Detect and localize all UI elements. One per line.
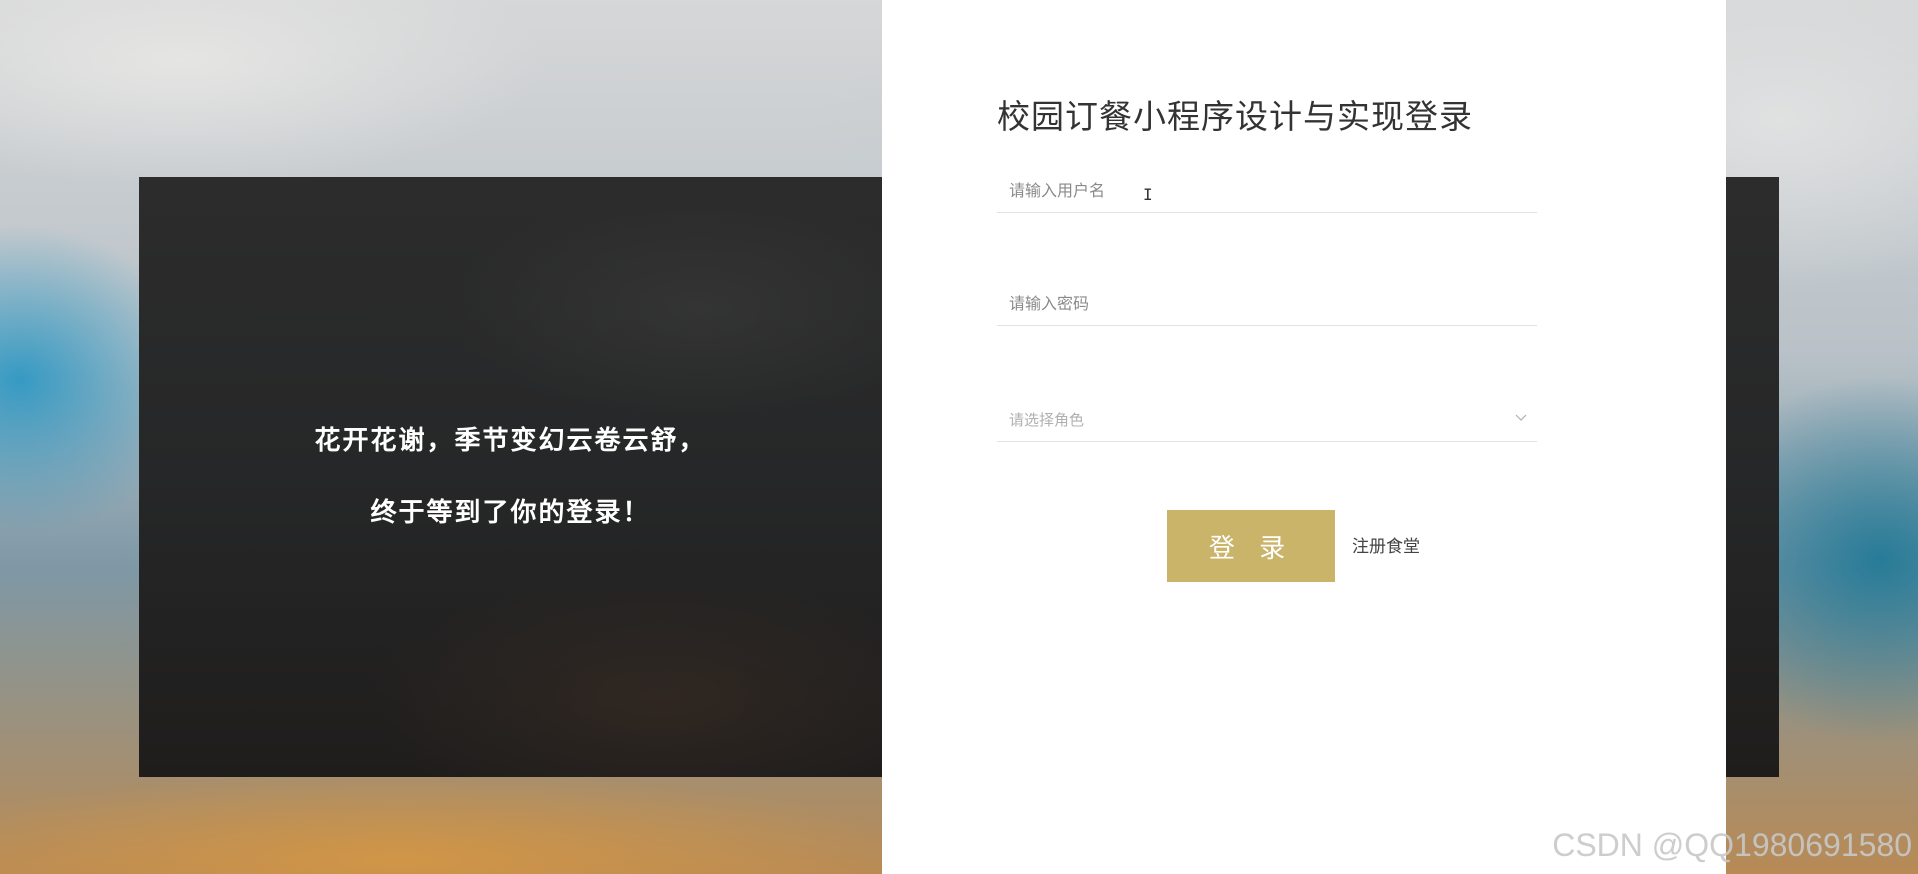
page-title: 校园订餐小程序设计与实现登录	[997, 97, 1473, 136]
role-select-placeholder: 请选择角色	[1009, 411, 1085, 429]
slogan-line-1: 花开花谢，季节变幻云卷云舒，	[314, 426, 707, 456]
text-cursor-icon: I	[1143, 185, 1153, 204]
register-canteen-link[interactable]: 注册食堂	[1352, 532, 1420, 557]
chevron-down-icon	[1515, 414, 1527, 421]
login-button[interactable]: 登 录	[1167, 510, 1335, 582]
password-input[interactable]	[997, 281, 1537, 325]
watermark: CSDN @QQ1980691580	[1552, 827, 1912, 863]
role-select[interactable]: 请选择角色	[997, 397, 1537, 442]
password-field[interactable]	[997, 281, 1537, 326]
login-page: 花开花谢，季节变幻云卷云舒， 终于等到了你的登录！ 校园订餐小程序设计与实现登录…	[0, 0, 1918, 874]
slogan-panel: 花开花谢，季节变幻云卷云舒， 终于等到了你的登录！	[139, 177, 882, 777]
login-card: 校园订餐小程序设计与实现登录 I 请选择角色 登 录 注册食堂	[882, 0, 1726, 874]
slogan-line-2: 终于等到了你的登录！	[370, 498, 651, 528]
username-input[interactable]	[997, 168, 1537, 212]
username-field[interactable]: I	[997, 168, 1537, 213]
